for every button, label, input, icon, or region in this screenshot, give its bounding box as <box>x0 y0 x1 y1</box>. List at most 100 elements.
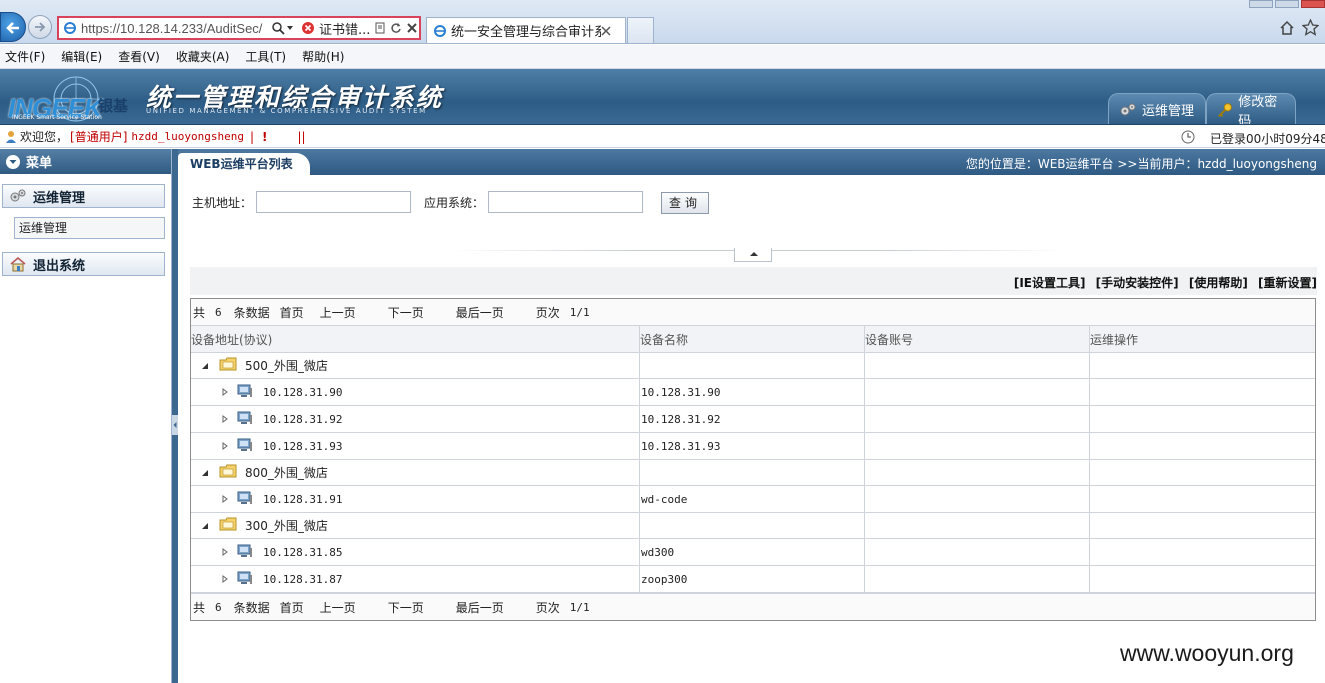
cell-address: 10.128.31.92 <box>191 406 640 432</box>
table-row[interactable]: 10.128.31.87 zoop300 <box>191 566 1315 593</box>
expanded-triangle-icon[interactable] <box>201 522 209 530</box>
welcome-separator: | <box>249 129 255 144</box>
table-row[interactable]: 10.128.31.93 10.128.31.93 <box>191 433 1315 460</box>
table-row[interactable]: 10.128.31.92 10.128.31.92 <box>191 406 1315 433</box>
reset-settings-link[interactable]: [重新设置] <box>1258 276 1317 290</box>
cell-account <box>865 379 1090 405</box>
cert-error-icon[interactable] <box>301 21 315 35</box>
cell-operation <box>1090 379 1315 405</box>
table-group-row[interactable]: 500_外围_微店 <box>191 353 1315 379</box>
collapsed-triangle-icon[interactable] <box>221 495 229 503</box>
sidebar-group-ops-label: 运维管理 <box>33 190 86 206</box>
pager-last-link[interactable]: 最后一页 <box>456 304 504 321</box>
group-label[interactable]: 500_外围_微店 <box>245 357 328 374</box>
manual-install-control-link[interactable]: [手动安装控件] <box>1096 276 1179 290</box>
welcome-bar: 欢迎您， [普通用户] hzdd_luoyongsheng | ! || 已登录… <box>0 126 1325 148</box>
menu-file[interactable]: 文件(F) <box>5 48 45 65</box>
window-close-button[interactable] <box>1301 0 1325 8</box>
forward-button[interactable] <box>28 15 52 39</box>
compat-view-icon[interactable] <box>374 22 386 34</box>
query-button[interactable]: 查询 <box>661 192 709 214</box>
menu-help[interactable]: 帮助(H) <box>302 48 344 65</box>
col-name: 设备名称 <box>640 326 865 352</box>
computer-icon <box>237 491 253 508</box>
cell-account <box>865 353 1090 378</box>
sidebar-header[interactable]: 菜单 <box>0 149 171 174</box>
expanded-triangle-icon[interactable] <box>201 362 209 370</box>
maximize-button[interactable] <box>1275 0 1299 8</box>
collapsed-triangle-icon[interactable] <box>221 388 229 396</box>
device-address[interactable]: 10.128.31.87 <box>263 573 342 586</box>
device-address[interactable]: 10.128.31.93 <box>263 440 342 453</box>
dropdown-arrow-icon[interactable] <box>285 23 295 33</box>
pager-first-link[interactable]: 首页 <box>280 304 304 321</box>
pager-prev-link[interactable]: 上一页 <box>320 304 356 321</box>
pager-page: 1/1 <box>569 305 590 319</box>
back-button[interactable] <box>0 12 26 42</box>
table-group-row[interactable]: 800_外围_微店 <box>191 460 1315 486</box>
cell-address: 300_外围_微店 <box>191 513 640 538</box>
sidebar-group-exit[interactable]: 退出系统 <box>2 252 165 276</box>
url-text[interactable]: https://10.128.14.233/AuditSec/ <box>81 21 271 36</box>
pager-page: 1/1 <box>569 600 590 614</box>
group-label[interactable]: 300_外围_微店 <box>245 517 328 534</box>
device-name: wd-code <box>641 492 688 506</box>
search-icon[interactable] <box>271 21 285 35</box>
collapsed-triangle-icon[interactable] <box>221 575 229 583</box>
pager-last-link[interactable]: 最后一页 <box>456 599 504 616</box>
device-name: 10.128.31.92 <box>641 412 721 426</box>
cell-operation <box>1090 539 1315 565</box>
device-address[interactable]: 10.128.31.92 <box>263 413 342 426</box>
expanded-triangle-icon[interactable] <box>201 469 209 477</box>
device-address[interactable]: 10.128.31.90 <box>263 386 342 399</box>
collapsed-triangle-icon[interactable] <box>221 415 229 423</box>
table-row[interactable]: 10.128.31.85 wd300 <box>191 539 1315 566</box>
collapse-search-button[interactable] <box>734 248 772 262</box>
refresh-icon[interactable] <box>390 22 402 34</box>
sidebar-group-ops[interactable]: 运维管理 <box>2 184 165 208</box>
pager-total-prefix: 共 <box>193 305 206 320</box>
table-group-row[interactable]: 300_外围_微店 <box>191 513 1315 539</box>
computer-icon <box>237 571 253 588</box>
cell-name: zoop300 <box>640 566 865 592</box>
menu-edit[interactable]: 编辑(E) <box>61 48 102 65</box>
pager-next-link[interactable]: 下一页 <box>388 304 424 321</box>
cert-warning[interactable]: 证书错... <box>319 19 370 38</box>
favorites-star-icon[interactable] <box>1302 19 1319 36</box>
collapsed-triangle-icon[interactable] <box>221 548 229 556</box>
group-label[interactable]: 800_外围_微店 <box>245 464 328 481</box>
house-exit-icon <box>10 257 26 272</box>
menu-view[interactable]: 查看(V) <box>118 48 160 65</box>
app-input[interactable] <box>488 191 644 213</box>
header-tab-ops[interactable]: 运维管理 <box>1108 93 1206 124</box>
cell-account <box>865 433 1090 459</box>
table-row[interactable]: 10.128.31.90 10.128.31.90 <box>191 379 1315 406</box>
sidebar: 菜单 运维管理 运维管理 退出系统 <box>0 149 172 683</box>
folder-icon <box>219 517 237 534</box>
address-bar[interactable]: https://10.128.14.233/AuditSec/ 证书错... <box>57 16 421 40</box>
collapsed-triangle-icon[interactable] <box>221 442 229 450</box>
host-label: 主机地址： <box>192 195 253 210</box>
pager-next-link[interactable]: 下一页 <box>388 599 424 616</box>
browser-tab-active[interactable]: 统一安全管理与综合审计系... <box>426 17 626 43</box>
pager-first-link[interactable]: 首页 <box>280 599 304 616</box>
sidebar-item-ops[interactable]: 运维管理 <box>14 217 165 239</box>
device-address[interactable]: 10.128.31.91 <box>263 493 342 506</box>
header-tab-change-password[interactable]: 修改密码 <box>1206 93 1296 124</box>
login-duration: 已登录00小时09分48秒 <box>1210 132 1325 146</box>
minimize-button[interactable] <box>1249 0 1273 8</box>
ie-settings-tool-link[interactable]: [IE设置工具] <box>1014 276 1086 290</box>
close-icon[interactable] <box>601 25 611 36</box>
new-tab-button[interactable] <box>627 17 654 43</box>
stop-icon[interactable] <box>406 22 418 34</box>
table-row[interactable]: 10.128.31.91 wd-code <box>191 486 1315 513</box>
usage-help-link[interactable]: [使用帮助] <box>1189 276 1248 290</box>
menu-favorites[interactable]: 收藏夹(A) <box>176 48 230 65</box>
pager-prev-link[interactable]: 上一页 <box>320 599 356 616</box>
sidebar-title: 菜单 <box>26 156 53 171</box>
device-address[interactable]: 10.128.31.85 <box>263 546 342 559</box>
host-input[interactable] <box>256 191 412 213</box>
home-icon[interactable] <box>1279 20 1295 36</box>
device-table: 共 6 条数据 首页 上一页 下一页 最后一页 页次 1/1 设备地址(协议) … <box>190 298 1316 621</box>
menu-tools[interactable]: 工具(T) <box>245 48 286 65</box>
